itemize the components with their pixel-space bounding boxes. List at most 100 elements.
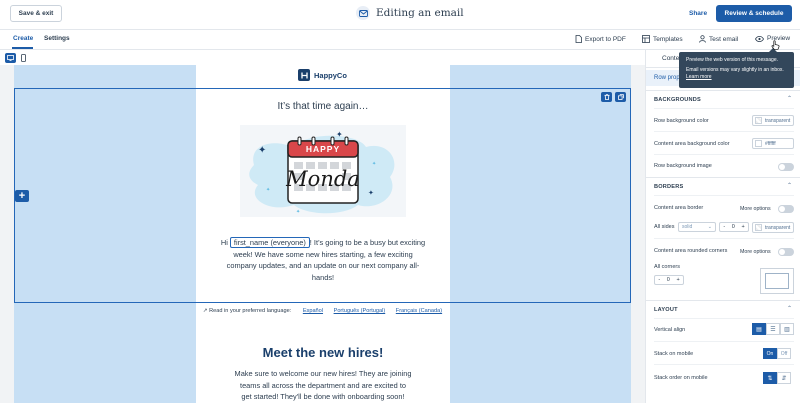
selected-row-outline [14,88,631,303]
border-width-value: 0 [731,224,735,230]
export-pdf-label: Export to PDF [585,35,626,43]
mobile-view-button[interactable] [19,53,27,63]
vertical-align-group: ▤ ☰ ▥ [752,323,794,335]
border-more-options-toggle[interactable] [778,205,794,213]
layout-section: LAYOUT ⌃ Vertical align ▤ ☰ ▥ Stack on m… [646,300,800,403]
row-actions [601,92,626,102]
stack-order-group: ⇅ ⇵ [763,372,791,384]
editor-canvas: HappyCo It’s that time again… ✦ ✦ ✦ ✦ ✦ … [0,65,645,403]
external-link-icon: ↗ [202,308,208,314]
email-icon [356,6,370,20]
row-bg-image-toggle[interactable] [778,163,794,171]
transparent-swatch-icon [755,117,762,124]
backgrounds-title[interactable]: BACKGROUNDS [654,97,701,103]
delete-row-button[interactable] [601,92,612,102]
divider [654,318,794,319]
align-bottom-icon[interactable]: ▥ [780,323,794,335]
border-style-value: solid [682,224,693,230]
test-email-button[interactable]: Test email [699,35,738,43]
templates-button[interactable]: Templates [642,35,683,43]
stack-mobile-switch: On Off [763,348,791,359]
trash-icon [604,94,609,100]
all-sides-label: All sides [654,224,675,230]
white-swatch-icon [755,140,762,147]
border-color-value: transparent [765,224,791,231]
divider [654,154,794,155]
row-bg-color-picker[interactable]: transparent [752,115,794,126]
logo-text: HappyCo [314,70,347,80]
corner-preview-box [765,273,789,289]
preview-tooltip: Preview the web version of this message.… [679,48,794,88]
tooltip-learn-more-link[interactable]: Learn more [686,74,712,80]
language-link-fr[interactable]: Français (Canada) [396,308,442,314]
divider [654,364,794,365]
logo-mark-icon [298,69,310,81]
desktop-view-button[interactable] [5,53,16,63]
tooltip-line-1: Preview the web version of this message. [686,57,778,63]
divider [654,195,794,196]
language-link-pt[interactable]: Português (Portugal) [334,308,386,314]
plus-icon[interactable]: + [676,277,679,283]
content-bg-color-label: Content area background color [654,141,730,147]
export-pdf-button[interactable]: Export to PDF [575,35,626,43]
tab-settings[interactable]: Settings [44,35,70,42]
content-bg-color-picker[interactable]: #ffffff [752,138,794,149]
title-group: Editing an email [356,6,464,20]
stack-off-button[interactable]: Off [777,348,791,359]
review-schedule-button[interactable]: Review & schedule [716,5,792,22]
align-top-icon[interactable]: ▤ [752,323,766,335]
divider [654,341,794,342]
eye-icon [755,35,764,42]
templates-icon [642,35,650,43]
active-tab-indicator [12,47,33,49]
plus-icon[interactable]: + [741,224,744,230]
page-title: Editing an email [376,7,464,19]
desktop-icon [7,55,14,61]
top-bar: Save & exit Editing an email Share Revie… [0,0,800,30]
duplicate-row-button[interactable] [615,92,626,102]
border-width-stepper[interactable]: -0 + [719,222,749,232]
align-middle-icon[interactable]: ☰ [766,323,780,335]
add-row-button[interactable]: + [15,190,29,202]
tooltip-line-2: Email versions may vary slightly in an i… [686,66,784,73]
section-heading[interactable]: Meet the new hires! [196,345,450,360]
save-exit-button[interactable]: Save & exit [10,5,62,22]
chevron-down-icon: ⌄ [707,224,712,230]
corner-preview-image [760,268,794,294]
stack-order-default-icon[interactable]: ⇅ [763,372,777,384]
properties-panel: Content Row properties × BACKGROUNDS ⌃ R… [645,50,800,403]
device-toggle-bar [0,50,645,65]
content-border-label: Content area border [654,205,704,211]
vertical-align-label: Vertical align [654,327,686,333]
corner-radius-stepper[interactable]: -0 + [654,275,684,285]
divider [654,131,794,132]
divider [654,108,794,109]
person-icon [699,35,706,43]
row-bg-color-value: transparent [765,117,791,124]
chevron-up-icon[interactable]: ⌃ [787,95,792,102]
language-link-es[interactable]: Español [303,308,323,314]
chevron-up-icon[interactable]: ⌃ [787,182,792,189]
templates-label: Templates [653,35,683,43]
border-style-select[interactable]: solid ⌄ [678,222,716,232]
share-link[interactable]: Share [689,10,707,17]
logo: HappyCo [298,69,347,81]
minus-icon[interactable]: - [658,277,660,283]
language-links: ↗ Read in your preferred language: Españ… [0,308,645,314]
section-paragraph[interactable]: Make sure to welcome our new hires! They… [234,368,412,403]
minus-icon[interactable]: - [723,224,725,230]
borders-title[interactable]: BORDERS [654,184,683,190]
border-color-picker[interactable]: transparent [752,222,794,233]
row-bg-color-label: Row background color [654,118,709,124]
corners-more-options-toggle[interactable] [778,248,794,256]
layout-title[interactable]: LAYOUT [654,307,678,313]
row-bg-image-label: Row background image [654,163,712,169]
tab-create[interactable]: Create [13,35,33,42]
stack-order-label: Stack order on mobile [654,375,708,381]
stack-mobile-label: Stack on mobile [654,351,694,357]
mobile-icon [20,54,26,62]
stack-on-button[interactable]: On [763,348,777,359]
divider [654,238,794,239]
chevron-up-icon[interactable]: ⌃ [787,305,792,312]
stack-order-reverse-icon[interactable]: ⇵ [777,372,791,384]
